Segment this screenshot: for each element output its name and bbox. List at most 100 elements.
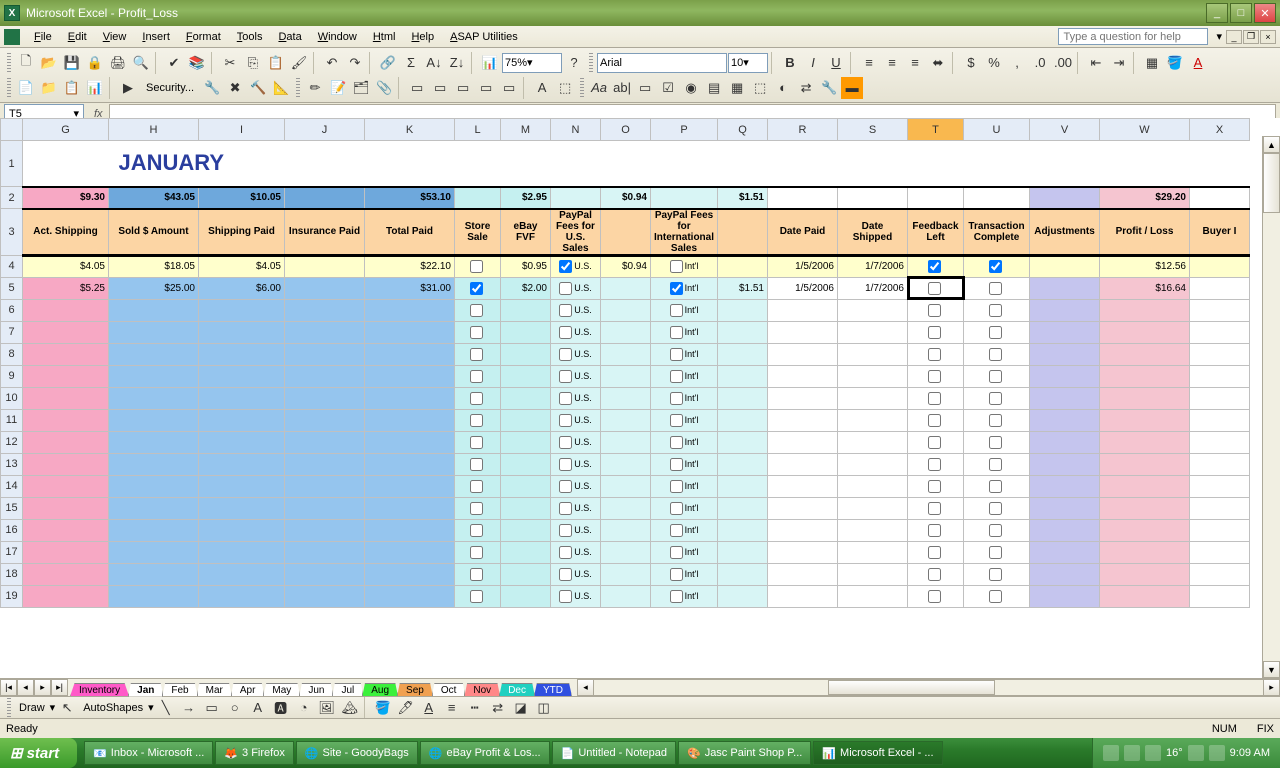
select-all-corner[interactable] <box>1 119 23 141</box>
menu-view[interactable]: View <box>95 29 135 45</box>
menu-file[interactable]: File <box>26 29 60 45</box>
totals-T[interactable] <box>908 187 964 209</box>
menu-insert[interactable]: Insert <box>134 29 178 45</box>
cell-W15[interactable] <box>1100 497 1190 519</box>
cell-T4[interactable] <box>908 255 964 277</box>
intl-check[interactable] <box>670 436 683 449</box>
cell-R5[interactable]: 1/5/2006 <box>768 277 838 299</box>
cell-G7[interactable] <box>23 321 109 343</box>
cell-Q4[interactable] <box>718 255 768 277</box>
tray-icon[interactable] <box>1209 745 1225 761</box>
store-sale-check[interactable] <box>470 304 483 317</box>
draw-menu[interactable]: Draw <box>15 702 49 714</box>
cell-W6[interactable] <box>1100 299 1190 321</box>
worksheet-grid[interactable]: GHIJKLMNOPQRSTUVWX1JANUARY2$9.30$43.05$1… <box>0 118 1280 678</box>
cell-G13[interactable] <box>23 453 109 475</box>
colheader-K[interactable]: Total Paid <box>365 209 455 256</box>
cell-J11[interactable] <box>285 409 365 431</box>
cell-X15[interactable] <box>1190 497 1250 519</box>
cell-G19[interactable] <box>23 585 109 607</box>
cell-J10[interactable] <box>285 387 365 409</box>
cell-N13[interactable]: U.S. <box>551 453 601 475</box>
row-header-8[interactable]: 8 <box>1 343 23 365</box>
tb2-icon[interactable]: 📋 <box>61 77 83 99</box>
cell-R7[interactable] <box>768 321 838 343</box>
cell-L12[interactable] <box>455 431 501 453</box>
tb3-icon[interactable]: ▭ <box>429 77 451 99</box>
intl-check[interactable] <box>670 392 683 405</box>
cell-M17[interactable] <box>501 541 551 563</box>
help-input[interactable] <box>1058 28 1208 45</box>
cell-O18[interactable] <box>601 563 651 585</box>
sheet-tab-dec[interactable]: Dec <box>499 683 535 697</box>
cell-S13[interactable] <box>838 453 908 475</box>
cell-G10[interactable] <box>23 387 109 409</box>
row-header-16[interactable]: 16 <box>1 519 23 541</box>
feedback-check[interactable] <box>928 414 941 427</box>
sheet-tab-sep[interactable]: Sep <box>397 683 433 697</box>
cell-T13[interactable] <box>908 453 964 475</box>
us-check[interactable] <box>559 546 572 559</box>
cell-V14[interactable] <box>1030 475 1100 497</box>
system-tray[interactable]: 16° 9:09 AM <box>1092 738 1280 768</box>
menu-window[interactable]: Window <box>310 29 365 45</box>
column-header-N[interactable]: N <box>551 119 601 141</box>
cell-M9[interactable] <box>501 365 551 387</box>
cell-N6[interactable]: U.S. <box>551 299 601 321</box>
cell-P11[interactable]: Int'l <box>651 409 718 431</box>
tb2-icon[interactable]: ✖ <box>224 77 246 99</box>
cell-W10[interactable] <box>1100 387 1190 409</box>
totals-P[interactable] <box>651 187 718 209</box>
cell-T15[interactable] <box>908 497 964 519</box>
merge-center-icon[interactable]: ⬌ <box>927 52 949 74</box>
cell-V5[interactable] <box>1030 277 1100 299</box>
us-check[interactable] <box>559 304 572 317</box>
shadow-icon[interactable]: ◪ <box>510 697 532 719</box>
store-sale-check[interactable] <box>470 260 483 273</box>
tb4-icon[interactable]: ▤ <box>703 77 725 99</box>
intl-check[interactable] <box>670 546 683 559</box>
cell-I8[interactable] <box>199 343 285 365</box>
cell-K9[interactable] <box>365 365 455 387</box>
line-style-icon[interactable]: ≡ <box>441 697 463 719</box>
complete-check[interactable] <box>989 458 1002 471</box>
feedback-check[interactable] <box>928 370 941 383</box>
cell-P13[interactable]: Int'l <box>651 453 718 475</box>
cell-G4[interactable]: $4.05 <box>23 255 109 277</box>
cell-X9[interactable] <box>1190 365 1250 387</box>
us-check[interactable] <box>559 436 572 449</box>
store-sale-check[interactable] <box>470 414 483 427</box>
menu-format[interactable]: Format <box>178 29 229 45</box>
intl-check[interactable] <box>670 458 683 471</box>
cell-Q10[interactable] <box>718 387 768 409</box>
cell-X19[interactable] <box>1190 585 1250 607</box>
cell-U7[interactable] <box>964 321 1030 343</box>
cell-U4[interactable] <box>964 255 1030 277</box>
cell-I16[interactable] <box>199 519 285 541</box>
tb4-icon[interactable]: ⇄ <box>795 77 817 99</box>
column-header-V[interactable]: V <box>1030 119 1100 141</box>
cell-M7[interactable] <box>501 321 551 343</box>
cell-S5[interactable]: 1/7/2006 <box>838 277 908 299</box>
cell-H17[interactable] <box>109 541 199 563</box>
arrow-icon[interactable]: → <box>178 697 200 719</box>
store-sale-check[interactable] <box>470 348 483 361</box>
store-sale-check[interactable] <box>470 436 483 449</box>
cell-L14[interactable] <box>455 475 501 497</box>
cell-N19[interactable]: U.S. <box>551 585 601 607</box>
us-check[interactable] <box>559 590 572 603</box>
font-name-combo[interactable]: Arial <box>597 53 727 73</box>
tb3-icon[interactable]: 🗂 <box>350 77 372 99</box>
tb2-icon[interactable]: 📁 <box>38 77 60 99</box>
cell-W5[interactable]: $16.64 <box>1100 277 1190 299</box>
feedback-check[interactable] <box>928 282 941 295</box>
font-size-combo[interactable]: 10▾ <box>728 53 768 73</box>
cell-G11[interactable] <box>23 409 109 431</box>
colheader-T[interactable]: Feedback Left <box>908 209 964 256</box>
tray-icon[interactable] <box>1103 745 1119 761</box>
tb3-icon[interactable]: ▭ <box>452 77 474 99</box>
tb4-icon[interactable]: ⬚ <box>749 77 771 99</box>
cell-S6[interactable] <box>838 299 908 321</box>
cell-H19[interactable] <box>109 585 199 607</box>
intl-check[interactable] <box>670 590 683 603</box>
